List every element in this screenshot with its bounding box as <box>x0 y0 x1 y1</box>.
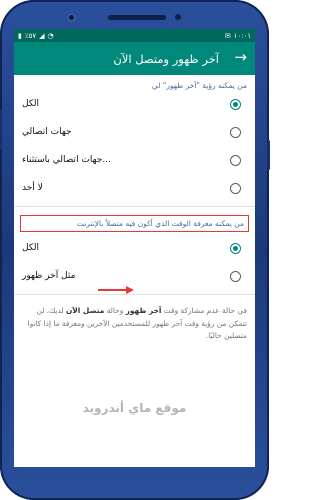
last-seen-option-everyone[interactable]: الكل <box>14 90 255 118</box>
status-bar: ▮ ٪٥٧ ◢ ◔ ✉ ١٠:٠١ <box>14 29 255 42</box>
info-text-part: في حالة عدم مشاركة وقت <box>161 306 247 315</box>
online-option-same-as-last-seen[interactable]: مثل آخر ظهور <box>14 262 255 290</box>
radio-icon[interactable] <box>230 182 241 194</box>
clock-time: ١٠:٠١ <box>233 31 251 40</box>
app-bar: آخر ظهور ومتصل الآن → <box>14 42 255 75</box>
option-label: جهات اتصالي <box>22 127 72 137</box>
back-arrow-icon[interactable]: → <box>234 50 247 65</box>
watermark: موقع ماي أندرويد <box>82 401 187 415</box>
red-arrow-icon <box>98 286 134 294</box>
volume-button <box>0 110 2 150</box>
earpiece-speaker <box>108 15 166 20</box>
option-label: لا أحد <box>22 183 43 193</box>
screen: ▮ ٪٥٧ ◢ ◔ ✉ ١٠:٠١ آخر ظهور ومتصل الآن → … <box>14 29 255 467</box>
option-label: مثل آخر ظهور <box>22 271 76 281</box>
power-button <box>267 140 270 170</box>
battery-icon: ▮ <box>18 31 22 40</box>
last-seen-option-contacts-except[interactable]: جهات اتصالي باستثناء... <box>14 146 255 174</box>
status-left: ▮ ٪٥٧ ◢ ◔ <box>18 32 54 40</box>
wifi-icon: ◔ <box>47 31 54 40</box>
divider <box>14 206 255 207</box>
last-seen-heading: من يمكنه رؤية "آخر ظهور" لي <box>151 81 247 90</box>
last-seen-option-contacts[interactable]: جهات اتصالي <box>14 118 255 146</box>
last-seen-option-nobody[interactable]: لا أحد <box>14 174 255 202</box>
radio-icon[interactable] <box>230 270 241 282</box>
info-text-part: وحالة <box>104 306 126 315</box>
radio-icon[interactable] <box>230 154 241 166</box>
info-bold-online: متصل الآن <box>65 306 105 315</box>
info-bold-last-seen: آخر ظهور <box>125 306 162 315</box>
online-heading: من يمكنه معرفة الوقت الذي أكون فيه متصلا… <box>20 215 249 232</box>
notification-icon: ✉ <box>224 31 231 40</box>
battery-percent: ٪٥٧ <box>24 31 37 40</box>
option-label: الكل <box>22 99 40 109</box>
online-option-everyone[interactable]: الكل <box>14 234 255 262</box>
proximity-sensor <box>175 14 181 20</box>
option-label: الكل <box>22 243 40 253</box>
radio-icon[interactable] <box>230 126 241 138</box>
radio-selected-icon[interactable] <box>230 242 241 254</box>
status-right: ✉ ١٠:٠١ <box>225 32 251 40</box>
page-title: آخر ظهور ومتصل الآن <box>113 51 219 66</box>
radio-selected-icon[interactable] <box>230 98 241 110</box>
option-label: جهات اتصالي باستثناء... <box>22 155 111 165</box>
info-text: في حالة عدم مشاركة وقت آخر ظهور وحالة مت… <box>14 295 255 343</box>
phone-frame: ▮ ٪٥٧ ◢ ◔ ✉ ١٠:٠١ آخر ظهور ومتصل الآن → … <box>0 0 270 500</box>
front-camera <box>67 13 76 22</box>
signal-icon: ◢ <box>39 31 45 40</box>
